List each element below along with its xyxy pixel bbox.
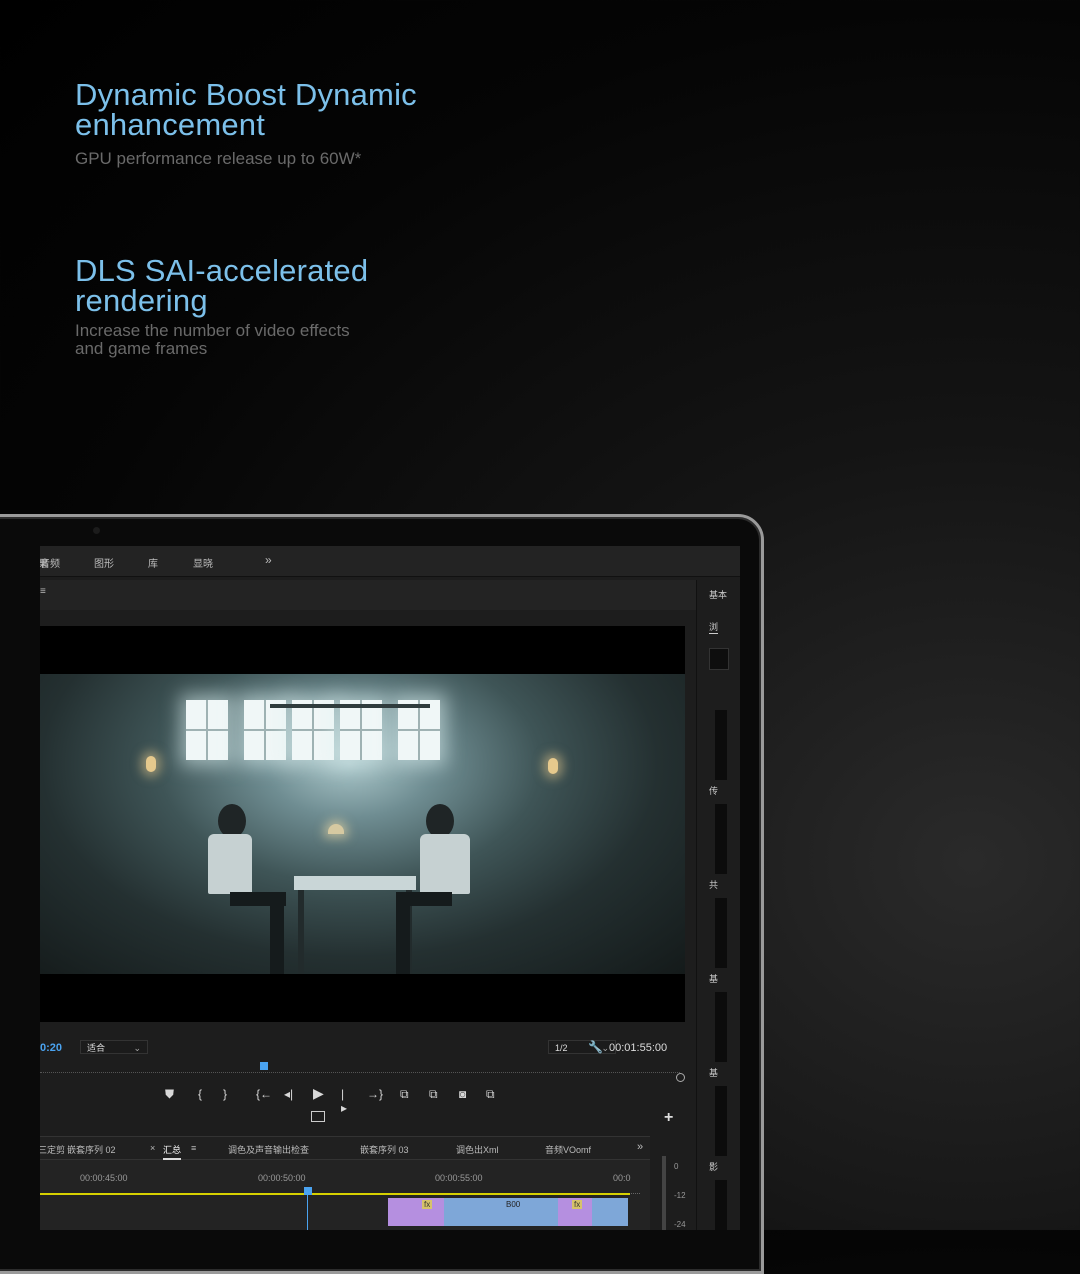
hero-title: Dynamic Boost Dynamic enhancement xyxy=(75,77,417,142)
audio-level-meter xyxy=(662,1156,666,1230)
chevron-down-icon: ⌄ xyxy=(133,1043,141,1053)
play-icon[interactable]: ▶ xyxy=(313,1085,324,1102)
webcam-icon xyxy=(93,527,100,534)
panel-track xyxy=(715,898,727,968)
zoom-fit-select[interactable]: 适合 ⌄ xyxy=(80,1040,148,1054)
panel-label-browse[interactable]: 浏 xyxy=(709,620,719,634)
menu-item-library[interactable]: 库 xyxy=(148,555,158,570)
video-clip[interactable] xyxy=(444,1198,482,1226)
scene-window xyxy=(186,700,228,760)
tab-sequence[interactable]: 调色出Xml xyxy=(456,1143,499,1156)
timeline-playhead-line xyxy=(307,1195,308,1230)
step-forward-icon[interactable]: |▸ xyxy=(341,1087,347,1115)
work-area-bar[interactable] xyxy=(40,1193,630,1195)
playhead-timecode[interactable]: 0:20 xyxy=(40,1042,62,1054)
hero-subtitle: Increase the number of video effects and… xyxy=(75,321,350,358)
mark-out-icon[interactable]: } xyxy=(223,1087,227,1101)
desk-lamp xyxy=(328,824,344,834)
tab-menu-icon[interactable]: ≡ xyxy=(191,1143,196,1153)
meter-label: -24 xyxy=(674,1220,686,1229)
playhead-marker-icon[interactable] xyxy=(260,1062,268,1070)
fx-badge: fx xyxy=(422,1200,433,1209)
scene-window xyxy=(340,700,382,760)
scrub-end-handle[interactable] xyxy=(676,1073,685,1082)
essential-panel: 基本 浏 传 共 基 基 影 xyxy=(696,580,740,1230)
wrench-settings-icon[interactable]: 🔧 xyxy=(588,1040,603,1054)
hero-block-dynamic-boost: Dynamic Boost Dynamic enhancement GPU pe… xyxy=(75,77,435,168)
tab-sequence[interactable]: 音频VOomf xyxy=(545,1143,591,1156)
scene-window xyxy=(244,700,286,760)
mark-in-icon[interactable]: { xyxy=(198,1087,202,1101)
hero-subtitle: GPU performance release up to 60W* xyxy=(75,149,362,168)
hero-title: DLS SAI-accelerated rendering xyxy=(75,253,369,318)
workspace-menubar: 果 音频 图形 库 显晓 » xyxy=(40,546,740,577)
video-clip[interactable] xyxy=(592,1198,628,1226)
fx-badge: fx xyxy=(572,1200,583,1209)
step-back-icon[interactable]: ◂| xyxy=(284,1087,293,1101)
monitor-controls: 0:20 适合 ⌄ 1/2 ⌄ 🔧 00:01:55:00 xyxy=(40,1036,700,1060)
panel-label-basic[interactable]: 基本 xyxy=(709,588,727,601)
marker-icon[interactable]: ⛊ xyxy=(165,1087,174,1102)
timeline-panel: 三定剪 嵌套序列 02 × 汇总 ≡ 调色及声音输出检查 嵌套序列 03 调色出… xyxy=(40,1136,650,1230)
video-clip[interactable]: fx xyxy=(558,1198,592,1226)
panel-thumbnail xyxy=(709,648,729,670)
tab-sequence[interactable]: 嵌套序列 03 xyxy=(360,1143,409,1156)
camera-icon[interactable]: ◙ xyxy=(459,1087,466,1101)
menu-item-audio[interactable]: 音频 xyxy=(40,555,60,570)
tab-sequence[interactable]: 调色及声音输出检查 xyxy=(228,1143,309,1156)
monitor-scrub-bar[interactable] xyxy=(40,1062,680,1073)
panel-label-share[interactable]: 共 xyxy=(709,878,718,891)
panel-label-basic-2[interactable]: 基 xyxy=(709,972,718,985)
video-clip[interactable]: B00 xyxy=(482,1198,558,1226)
panel-track xyxy=(715,804,727,874)
ceiling-fan xyxy=(270,704,430,708)
video-editor-screen: 果 音频 图形 库 显晓 » ≡ 0:20 适合 ⌄ 1/2 ⌄ 🔧 00:01… xyxy=(40,546,740,1230)
meter-label: 0 xyxy=(674,1162,679,1171)
duration-timecode: 00:01:55:00 xyxy=(609,1042,668,1054)
extract-icon[interactable]: ⧉ xyxy=(429,1087,438,1102)
video-clip[interactable]: fx xyxy=(388,1198,444,1226)
tab-sequence[interactable]: 三定剪 xyxy=(40,1143,65,1156)
scene-window xyxy=(398,700,440,760)
panel-track xyxy=(715,710,727,780)
panel-track xyxy=(715,992,727,1062)
panel-menu-icon[interactable]: ≡ xyxy=(40,586,46,597)
tab-sequence-active[interactable]: 汇总 xyxy=(163,1143,182,1160)
go-to-out-icon[interactable]: →} xyxy=(367,1087,383,1101)
panel-track xyxy=(715,1086,727,1156)
menu-item-display[interactable]: 显晓 xyxy=(193,555,213,570)
scene-window xyxy=(292,700,334,760)
zoom-fit-value: 适合 xyxy=(87,1043,106,1053)
compare-icon[interactable]: ⧉ xyxy=(486,1087,495,1102)
go-to-in-icon[interactable]: {← xyxy=(256,1087,272,1101)
close-icon[interactable]: × xyxy=(150,1143,155,1153)
menu-item-graphics[interactable]: 图形 xyxy=(94,555,114,570)
program-monitor-header: ≡ xyxy=(40,580,696,610)
ruler-timecode: 00:00:45:00 xyxy=(80,1173,128,1183)
panel-label-transfer[interactable]: 传 xyxy=(709,784,718,797)
sequence-tabs: 三定剪 嵌套序列 02 × 汇总 ≡ 调色及声音输出检查 嵌套序列 03 调色出… xyxy=(40,1137,650,1160)
tabs-more-icon[interactable]: » xyxy=(637,1141,643,1153)
panel-label-effects[interactable]: 影 xyxy=(709,1160,718,1173)
tab-sequence[interactable]: 嵌套序列 02 xyxy=(67,1143,116,1156)
add-button-icon[interactable]: + xyxy=(664,1109,673,1127)
wall-lamp xyxy=(146,756,156,772)
timeline-playhead-icon[interactable] xyxy=(304,1187,312,1195)
panel-track xyxy=(715,1180,727,1230)
ruler-timecode: 00:0 xyxy=(613,1173,631,1183)
program-monitor-video xyxy=(40,626,685,1022)
panel-label-basic-3[interactable]: 基 xyxy=(709,1066,718,1079)
safe-margins-icon[interactable] xyxy=(311,1111,325,1122)
ruler-timecode: 00:00:55:00 xyxy=(435,1173,483,1183)
hero-block-dlss: DLS SAI-accelerated rendering Increase t… xyxy=(75,253,395,358)
ruler-timecode: 00:00:50:00 xyxy=(258,1173,306,1183)
resolution-value: 1/2 xyxy=(555,1043,568,1053)
meter-label: -12 xyxy=(674,1191,686,1200)
wall-lamp xyxy=(548,758,558,774)
lift-icon[interactable]: ⧉ xyxy=(400,1087,409,1102)
resolution-select[interactable]: 1/2 ⌄ xyxy=(548,1040,616,1054)
menu-more-icon[interactable]: » xyxy=(265,553,272,567)
clip-label: B00 xyxy=(506,1200,521,1209)
video-frame xyxy=(40,674,685,974)
